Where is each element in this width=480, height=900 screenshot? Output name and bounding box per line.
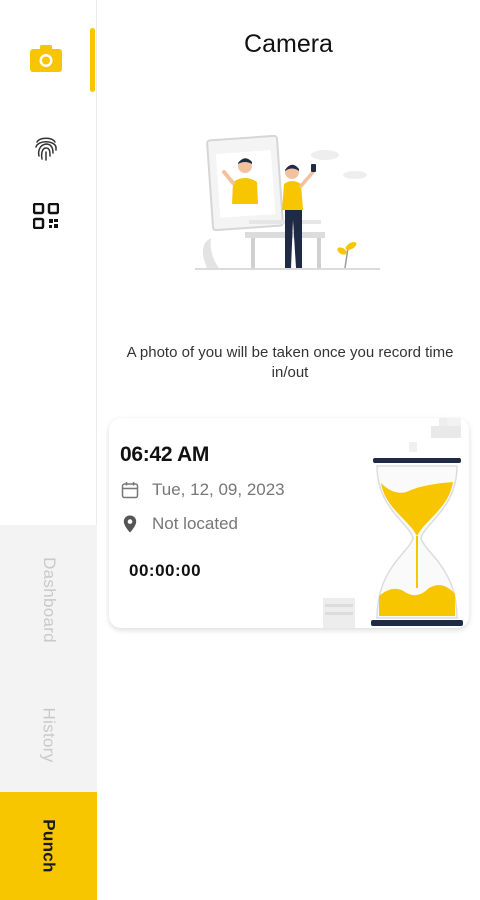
side-rail: Dashboard History Punch — [0, 0, 97, 900]
current-date: Tue, 12, 09, 2023 — [152, 480, 285, 499]
camera-mode-button[interactable] — [18, 30, 74, 86]
fingerprint-mode-button[interactable] — [18, 120, 74, 176]
location-row: Not located — [120, 514, 238, 534]
location-pin-icon — [120, 514, 140, 534]
calendar-icon — [120, 480, 140, 500]
page-title: Camera — [244, 30, 333, 58]
tab-history-label: History — [39, 707, 59, 763]
qr-code-icon — [33, 203, 59, 229]
active-indicator — [90, 28, 95, 92]
current-time: 06:42 AM — [120, 443, 210, 466]
date-row: Tue, 12, 09, 2023 — [120, 480, 285, 500]
tab-punch-label: Punch — [39, 819, 59, 873]
elapsed-timer: 00:00:00 — [129, 561, 202, 580]
tab-dashboard-label: Dashboard — [39, 557, 59, 643]
hourglass-illustration — [323, 418, 463, 628]
fingerprint-icon — [35, 137, 57, 161]
tab-punch[interactable]: Punch — [0, 792, 97, 900]
photo-notice: A photo of you will be taken once you re… — [126, 344, 454, 381]
selfie-illustration — [195, 134, 380, 270]
location-status: Not located — [152, 514, 238, 533]
tab-dashboard[interactable]: Dashboard — [0, 525, 97, 675]
camera-icon — [30, 45, 62, 72]
tab-history[interactable]: History — [0, 680, 97, 790]
qr-mode-button[interactable] — [18, 188, 74, 244]
punch-card: 06:42 AM Tue, 12, 09, 2023 Not located 0… — [109, 418, 469, 628]
